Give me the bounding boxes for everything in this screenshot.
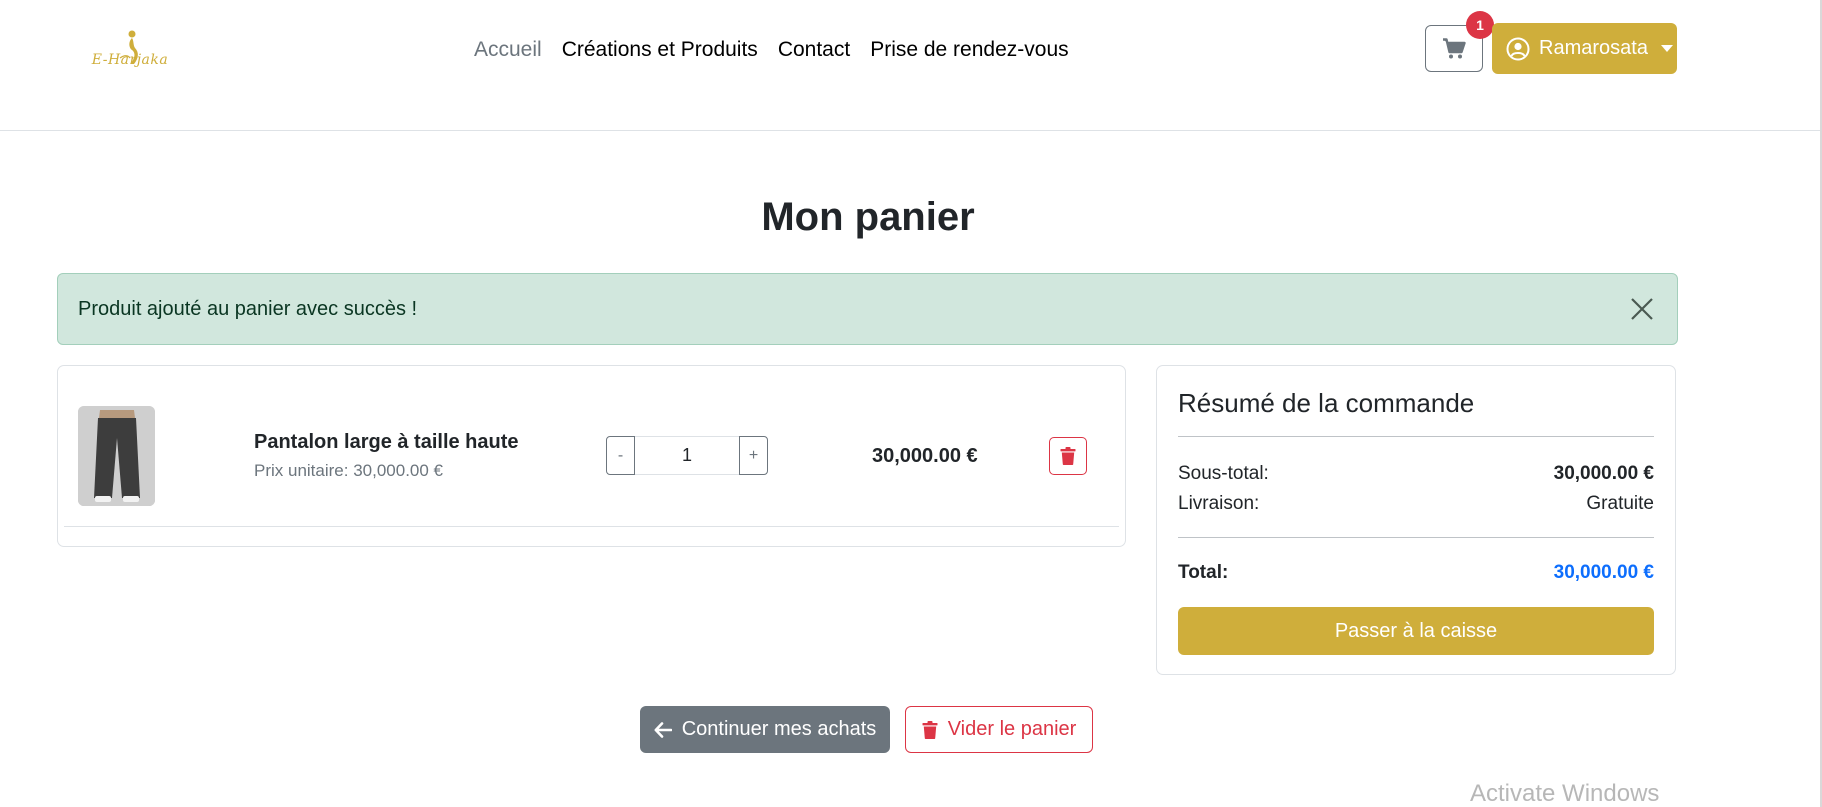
- total-value: 30,000.00 €: [1553, 562, 1654, 583]
- empty-cart-label: Vider le panier: [947, 718, 1077, 740]
- checkout-button[interactable]: Passer à la caisse: [1178, 607, 1654, 655]
- continue-shopping-button[interactable]: Continuer mes achats: [640, 706, 890, 753]
- cart-item-row: Pantalon large à taille haute Prix unita…: [58, 366, 1125, 526]
- success-alert: Produit ajouté au panier avec succès !: [57, 273, 1678, 345]
- nav-link-accueil[interactable]: Accueil: [464, 36, 552, 64]
- summary-title: Résumé de la commande: [1178, 388, 1475, 418]
- navbar: E-Harjaka Accueil Créations et Produits …: [0, 0, 1822, 131]
- total-label: Total:: [1178, 562, 1229, 583]
- shipping-label: Livraison:: [1178, 493, 1260, 514]
- arrow-left-icon: [654, 721, 672, 738]
- nav-link-rendez-vous[interactable]: Prise de rendez-vous: [860, 36, 1078, 64]
- item-divider: [64, 526, 1119, 527]
- subtotal-label: Sous-total:: [1178, 463, 1269, 484]
- remove-item-button[interactable]: [1049, 437, 1087, 475]
- product-image: [78, 406, 155, 506]
- main-nav: Accueil Créations et Produits Contact Pr…: [464, 36, 1079, 64]
- summary-divider: [1178, 537, 1654, 538]
- trash-icon: [922, 720, 938, 739]
- alert-message: Produit ajouté au panier avec succès !: [78, 297, 418, 320]
- shipping-row: Livraison: Gratuite: [1178, 493, 1654, 515]
- quantity-input[interactable]: [635, 436, 739, 475]
- page-title: Mon panier: [761, 195, 975, 239]
- empty-cart-button[interactable]: Vider le panier: [905, 706, 1093, 753]
- continue-shopping-label: Continuer mes achats: [681, 718, 877, 740]
- product-unit-price: Prix unitaire: 30,000.00 €: [254, 461, 444, 480]
- close-icon[interactable]: [1629, 296, 1655, 322]
- page: E-Harjaka Accueil Créations et Produits …: [0, 0, 1822, 807]
- brand-logo[interactable]: E-Harjaka: [80, 24, 180, 72]
- decrease-quantity-button[interactable]: -: [606, 436, 635, 475]
- quantity-stepper: - +: [606, 436, 768, 475]
- shipping-value: Gratuite: [1586, 493, 1654, 514]
- user-name: Ramarosata: [1539, 37, 1648, 59]
- product-line-total: 30,000.00 €: [872, 445, 978, 467]
- order-summary-card: Résumé de la commande Sous-total: 30,000…: [1156, 365, 1676, 675]
- user-menu-button[interactable]: Ramarosata: [1492, 23, 1677, 74]
- cart-items-card: Pantalon large à taille haute Prix unita…: [57, 365, 1126, 547]
- activate-windows-watermark: Activate Windows: [1470, 780, 1660, 807]
- chevron-down-icon: [1660, 45, 1673, 52]
- summary-divider: [1178, 436, 1654, 437]
- subtotal-value: 30,000.00 €: [1553, 463, 1654, 484]
- nav-link-contact[interactable]: Contact: [768, 36, 860, 64]
- shopping-cart-icon: [1443, 37, 1466, 58]
- product-name: Pantalon large à taille haute: [254, 431, 519, 453]
- nav-link-creations-produits[interactable]: Créations et Produits: [552, 36, 768, 64]
- trash-icon: [1060, 447, 1076, 465]
- user-circle-icon: [1506, 37, 1530, 60]
- total-row: Total: 30,000.00 €: [1178, 562, 1654, 584]
- logo-text: E-Harjaka: [91, 52, 169, 68]
- increase-quantity-button[interactable]: +: [739, 436, 768, 475]
- cart-count-badge: 1: [1466, 11, 1494, 39]
- subtotal-row: Sous-total: 30,000.00 €: [1178, 463, 1654, 485]
